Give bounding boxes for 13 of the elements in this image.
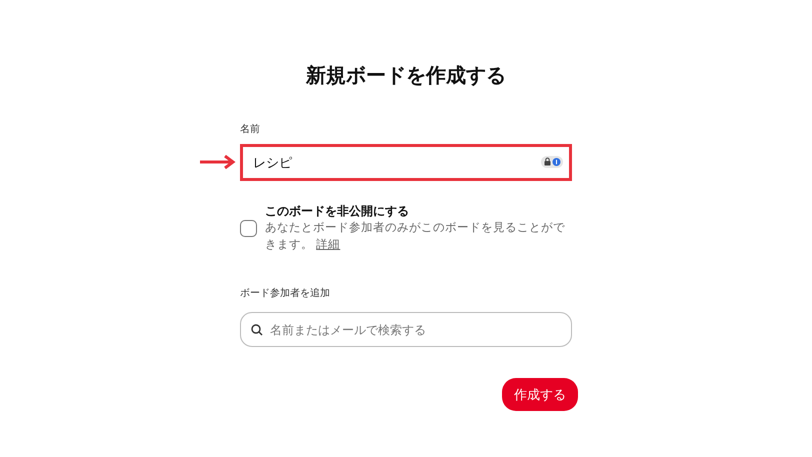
secret-checkbox[interactable] <box>240 220 257 237</box>
name-field[interactable]: レシピ <box>240 144 572 181</box>
search-icon <box>251 324 263 336</box>
details-link[interactable]: 詳細 <box>316 239 340 251</box>
secret-title: このボードを非公開にする <box>265 203 410 220</box>
password-manager-icon <box>541 156 563 168</box>
secret-description: あなたとボード参加者のみがこのボードを見ることができます。 詳細 <box>265 220 565 253</box>
create-button[interactable]: 作成する <box>502 378 578 411</box>
field-label: 名前 <box>240 124 260 136</box>
search-field[interactable]: 名前またはメールで検索する <box>240 312 572 347</box>
dialog-title: 新規ボードを作成する <box>304 64 507 89</box>
arrow-icon <box>200 155 236 169</box>
collaborators-label: ボード参加者を追加 <box>240 288 330 300</box>
